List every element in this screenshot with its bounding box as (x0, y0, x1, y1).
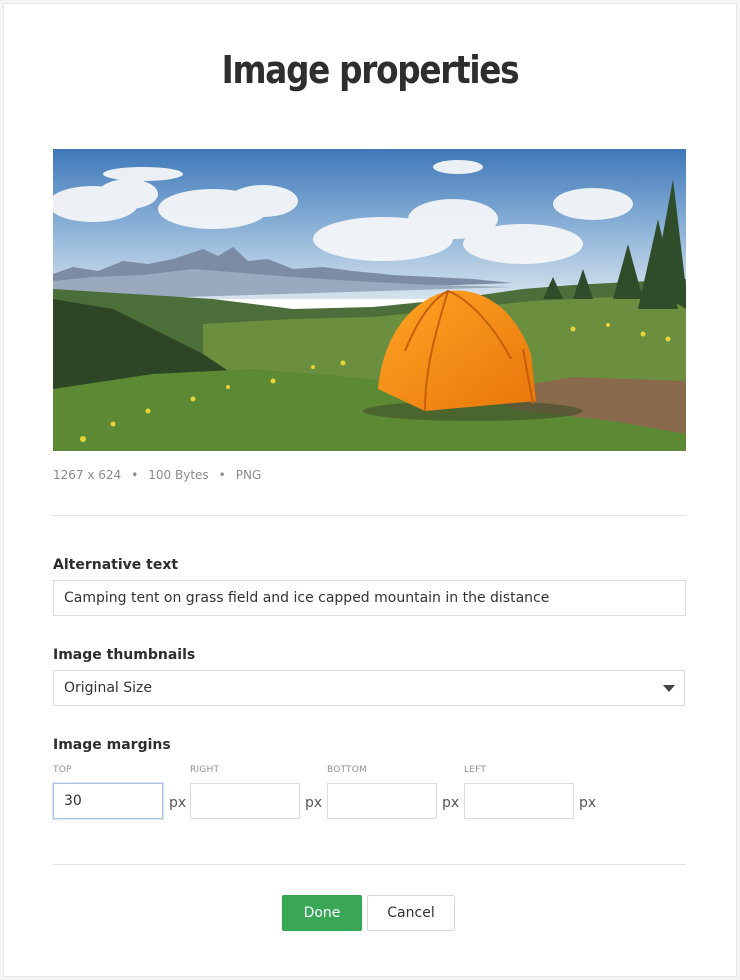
margin-right-label: RIGHT (190, 765, 220, 775)
margin-top-label: TOP (53, 765, 72, 775)
done-button[interactable]: Done (282, 895, 362, 931)
thumbnails-selected-value: Original Size (64, 680, 152, 696)
margin-top-input[interactable] (53, 783, 163, 819)
margin-left-unit: px (579, 795, 597, 811)
chevron-down-icon (663, 685, 675, 692)
footer-divider (53, 864, 686, 865)
margin-left-label: LEFT (464, 765, 487, 775)
margins-label: Image margins (53, 737, 171, 753)
dialog-title: Image properties (221, 48, 520, 92)
margin-left-input[interactable] (464, 783, 574, 819)
margin-bottom-input[interactable] (327, 783, 437, 819)
image-metadata: 1267 x 624 • 100 Bytes • PNG (53, 468, 261, 482)
alt-text-input[interactable] (53, 580, 686, 616)
cancel-button[interactable]: Cancel (367, 895, 455, 931)
thumbnails-label: Image thumbnails (53, 647, 196, 663)
margin-bottom-label: BOTTOM (327, 765, 367, 775)
image-format: PNG (235, 468, 262, 482)
section-divider (53, 515, 686, 516)
image-properties-dialog: Image properties 1267 x 624 • 100 Bytes … (3, 3, 737, 977)
separator-dot: • (131, 468, 139, 482)
separator-dot: • (218, 468, 226, 482)
margin-right-input[interactable] (190, 783, 300, 819)
margin-top-unit: px (169, 795, 187, 811)
image-preview (53, 149, 686, 451)
alt-text-label: Alternative text (53, 557, 179, 573)
margin-bottom-unit: px (442, 795, 460, 811)
image-file-size: 100 Bytes (148, 468, 209, 482)
margin-right-unit: px (305, 795, 323, 811)
image-dimensions: 1267 x 624 (53, 468, 122, 482)
thumbnails-select[interactable]: Original Size (53, 670, 685, 706)
